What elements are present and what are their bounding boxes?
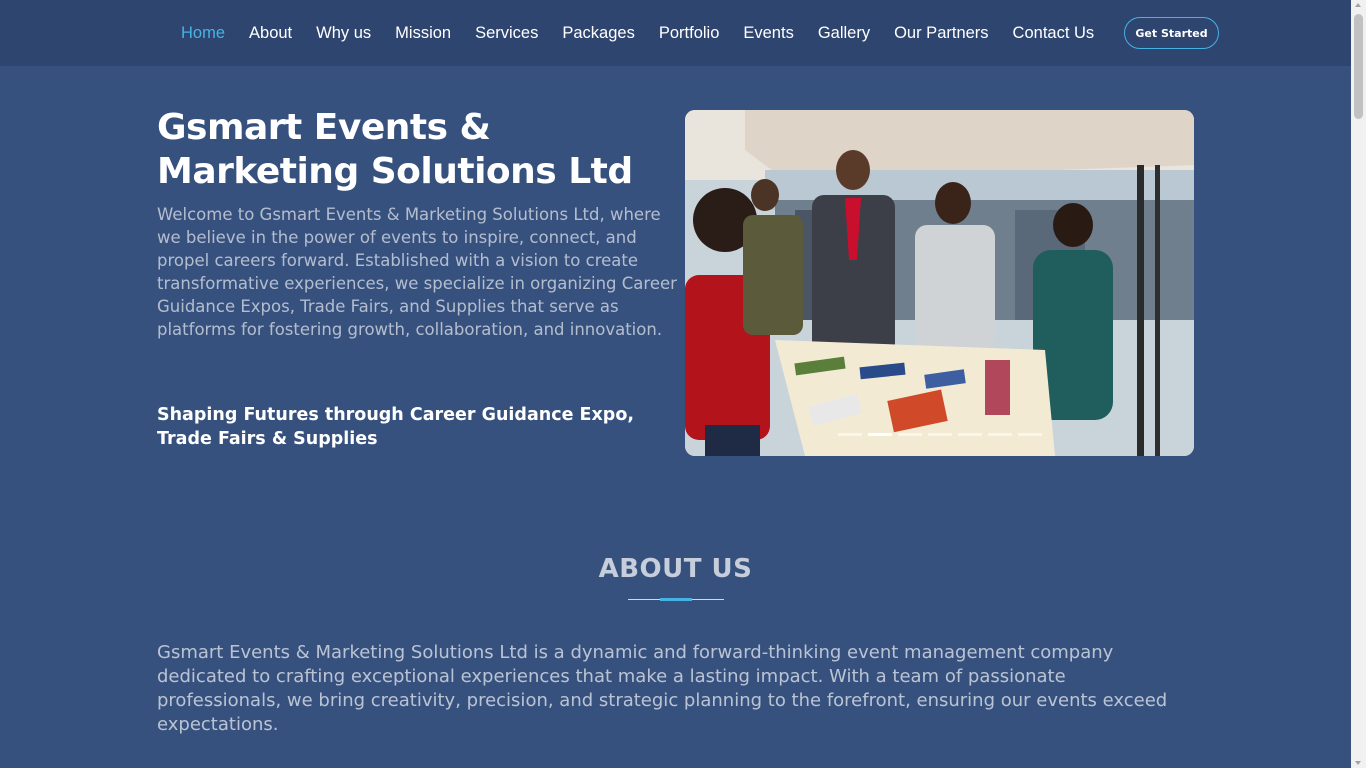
nav-item-services[interactable]: Services xyxy=(463,24,550,43)
about-text: Gsmart Events & Marketing Solutions Ltd … xyxy=(157,642,1168,735)
page: Home About Why us Mission Services Packa… xyxy=(0,0,1351,768)
nav-item-packages[interactable]: Packages xyxy=(550,24,646,43)
nav-item-portfolio[interactable]: Portfolio xyxy=(647,24,732,43)
vertical-scrollbar[interactable] xyxy=(1351,0,1366,768)
hero-carousel[interactable] xyxy=(685,110,1194,456)
hero-description: Welcome to Gsmart Events & Marketing Sol… xyxy=(157,205,677,339)
nav-item-why-us[interactable]: Why us xyxy=(304,24,383,43)
get-started-button[interactable]: Get Started xyxy=(1124,17,1219,49)
hero-title: Gsmart Events & Marketing Solutions Ltd xyxy=(157,107,633,192)
nav-item-mission[interactable]: Mission xyxy=(383,24,463,43)
carousel-indicator-active[interactable] xyxy=(867,433,892,436)
nav-item-gallery[interactable]: Gallery xyxy=(806,24,882,43)
carousel-indicator[interactable] xyxy=(987,433,1012,436)
carousel-indicator[interactable] xyxy=(897,433,922,436)
carousel-indicator[interactable] xyxy=(927,433,952,436)
scrollbar-thumb[interactable] xyxy=(1354,14,1363,119)
nav-item-about[interactable]: About xyxy=(237,24,304,43)
carousel-indicator[interactable] xyxy=(957,433,982,436)
nav-item-home[interactable]: Home xyxy=(169,24,237,43)
carousel-indicators xyxy=(685,433,1194,436)
carousel-indicator[interactable] xyxy=(837,433,862,436)
event-photo xyxy=(685,110,1194,456)
hero-tagline: Shaping Futures through Career Guidance … xyxy=(157,405,634,449)
scroll-down-arrow-icon[interactable] xyxy=(1355,761,1361,765)
nav-item-contact-us[interactable]: Contact Us xyxy=(1001,24,1107,43)
about-section-title: ABOUT US xyxy=(598,554,753,584)
carousel-indicator[interactable] xyxy=(1017,433,1042,436)
nav-item-events[interactable]: Events xyxy=(731,24,805,43)
main-nav: Home About Why us Mission Services Packa… xyxy=(169,0,1106,66)
nav-item-our-partners[interactable]: Our Partners xyxy=(882,24,1000,43)
scroll-up-arrow-icon[interactable] xyxy=(1355,3,1361,7)
section-divider-accent xyxy=(660,598,692,601)
site-header: Home About Why us Mission Services Packa… xyxy=(0,0,1351,66)
